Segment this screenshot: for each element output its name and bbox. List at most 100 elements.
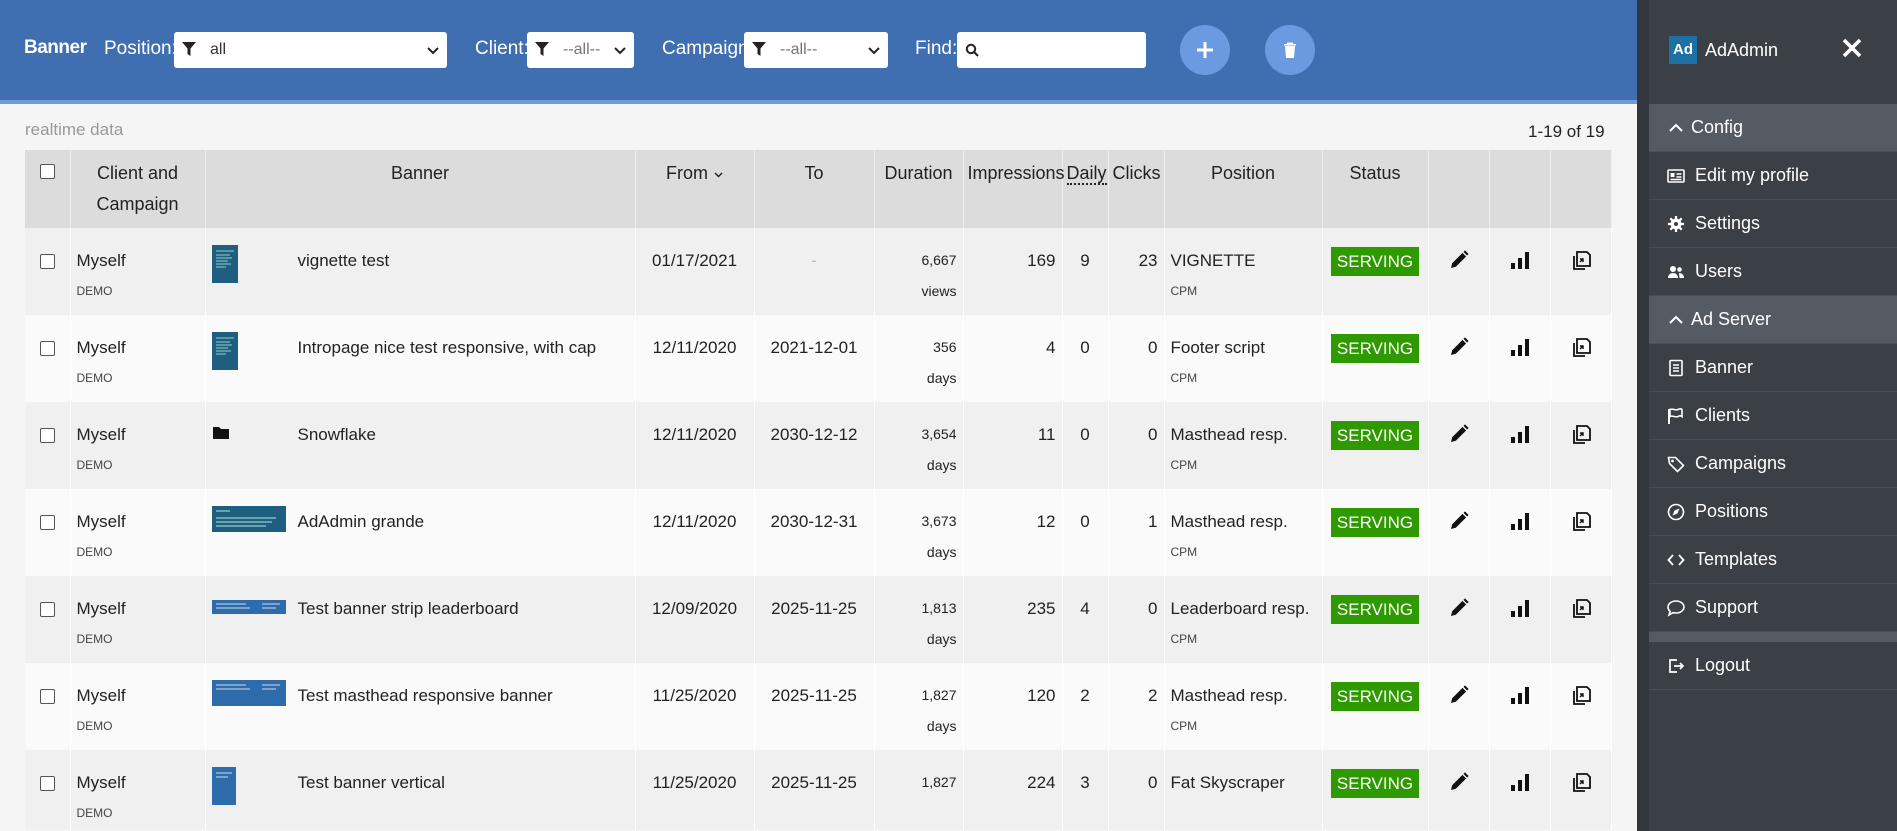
copy-button[interactable] bbox=[1550, 663, 1612, 750]
copy-button[interactable] bbox=[1550, 228, 1612, 315]
table-row[interactable]: Myself DEMO Intropage nice test responsive… bbox=[25, 315, 1612, 402]
stats-button[interactable] bbox=[1489, 750, 1551, 830]
row-checkbox[interactable] bbox=[39, 776, 55, 791]
edit-button[interactable] bbox=[1428, 663, 1490, 750]
copy-button[interactable] bbox=[1550, 315, 1612, 402]
table-row[interactable]: Myself DEMO Snowflake 12/11/2020 2030-12-12 3… bbox=[25, 402, 1612, 489]
banner-name[interactable]: Test masthead responsive banner bbox=[298, 680, 553, 711]
row-checkbox[interactable] bbox=[39, 254, 55, 269]
row-checkbox[interactable] bbox=[39, 341, 55, 356]
banner-thumbnail[interactable] bbox=[211, 332, 286, 380]
banner-cell: Intropage nice test responsive, with cap bbox=[205, 315, 636, 402]
client-select[interactable]: --all-- bbox=[527, 32, 634, 68]
banner-name[interactable]: Test banner strip leaderboard bbox=[298, 593, 519, 624]
daily-cell: 0 bbox=[1062, 315, 1109, 402]
campaign-select[interactable]: --all-- bbox=[744, 32, 888, 68]
client-filter-label: Client: bbox=[475, 38, 529, 59]
copy-button[interactable] bbox=[1550, 576, 1612, 663]
sidebar-item-edit-profile[interactable]: Edit my profile bbox=[1649, 152, 1897, 200]
banner-name[interactable]: Test banner vertical bbox=[298, 767, 445, 798]
client-cell: Myself DEMO bbox=[70, 228, 206, 315]
row-checkbox[interactable] bbox=[39, 428, 55, 443]
banner-name[interactable]: vignette test bbox=[298, 245, 390, 276]
status-cell: SERVING bbox=[1322, 489, 1429, 576]
table-row[interactable]: Myself DEMO AdAdmin grande 12/11/2020 2030-1… bbox=[25, 489, 1612, 576]
find-input[interactable] bbox=[957, 32, 1146, 68]
edit-button[interactable] bbox=[1428, 315, 1490, 402]
stats-button[interactable] bbox=[1489, 489, 1551, 576]
col-from[interactable]: From bbox=[635, 150, 755, 228]
banner-thumbnail[interactable] bbox=[212, 419, 286, 450]
copy-button[interactable] bbox=[1550, 402, 1612, 489]
status-badge: SERVING bbox=[1330, 421, 1420, 450]
stats-button[interactable] bbox=[1489, 663, 1551, 750]
banner-thumbnail[interactable] bbox=[211, 767, 286, 815]
position-cell: Masthead resp. CPM bbox=[1164, 402, 1323, 489]
position-cell: Masthead resp. CPM bbox=[1164, 663, 1323, 750]
stats-button[interactable] bbox=[1489, 402, 1551, 489]
banner-name[interactable]: AdAdmin grande bbox=[298, 506, 425, 537]
pencil-icon bbox=[1450, 772, 1469, 790]
edit-button[interactable] bbox=[1428, 750, 1490, 830]
sidebar-divider bbox=[1649, 632, 1897, 642]
chat-bubble-icon bbox=[1667, 600, 1685, 617]
sidebar-item-banner[interactable]: Banner bbox=[1649, 344, 1897, 392]
sidebar-section-config[interactable]: Config bbox=[1649, 104, 1897, 152]
stats-button[interactable] bbox=[1489, 228, 1551, 315]
row-checkbox[interactable] bbox=[39, 515, 55, 530]
campaign-select-value: --all-- bbox=[780, 41, 818, 58]
to-cell: 2025-11-25 bbox=[754, 750, 875, 830]
sidebar-item-support[interactable]: Support bbox=[1649, 584, 1897, 632]
row-checkbox[interactable] bbox=[39, 602, 55, 617]
edit-button[interactable] bbox=[1428, 402, 1490, 489]
sidebar-item-positions[interactable]: Positions bbox=[1649, 488, 1897, 536]
duration-cell: 6,667 views bbox=[874, 228, 964, 315]
row-checkbox[interactable] bbox=[39, 689, 55, 704]
client-name: Myself bbox=[76, 338, 126, 357]
banner-cell: Test masthead responsive banner bbox=[205, 663, 636, 750]
from-cell: 12/11/2020 bbox=[635, 489, 755, 576]
col-client: Client and Campaign bbox=[70, 150, 206, 228]
sidebar-item-users[interactable]: Users bbox=[1649, 248, 1897, 296]
banner-name[interactable]: Intropage nice test responsive, with cap bbox=[298, 332, 597, 363]
banner-cell: Snowflake bbox=[205, 402, 636, 489]
copy-button[interactable] bbox=[1550, 750, 1612, 830]
sidebar-section-adserver[interactable]: Ad Server bbox=[1649, 296, 1897, 344]
table-row[interactable]: Myself DEMO Test masthead responsive banne… bbox=[25, 663, 1612, 750]
banner-thumbnail[interactable] bbox=[211, 593, 286, 624]
add-banner-button[interactable] bbox=[1180, 25, 1230, 75]
sidebar-item-label: Logout bbox=[1695, 655, 1751, 675]
sidebar-item-clients[interactable]: Clients bbox=[1649, 392, 1897, 440]
banner-thumbnail[interactable] bbox=[211, 506, 286, 542]
edit-button[interactable] bbox=[1428, 489, 1490, 576]
table-row[interactable]: Myself DEMO Test banner vertical 11/25/2020… bbox=[25, 750, 1612, 830]
position-filter-label: Position: bbox=[104, 38, 177, 59]
edit-button[interactable] bbox=[1428, 228, 1490, 315]
sidebar-item-label: Clients bbox=[1695, 405, 1751, 425]
banner-thumbnail[interactable] bbox=[211, 245, 286, 293]
chevron-up-icon bbox=[1669, 315, 1683, 324]
banner-thumbnail[interactable] bbox=[211, 680, 286, 716]
status-badge: SERVING bbox=[1330, 247, 1420, 276]
client-cell: Myself DEMO bbox=[70, 315, 206, 402]
clicks-cell: 23 bbox=[1108, 228, 1165, 315]
sidebar-item-settings[interactable]: Settings bbox=[1649, 200, 1897, 248]
sidebar-item-logout[interactable]: Logout bbox=[1649, 642, 1897, 690]
stats-button[interactable] bbox=[1489, 315, 1551, 402]
close-icon[interactable] bbox=[1840, 36, 1864, 60]
duration-cell: 1,827 bbox=[874, 750, 964, 830]
sidebar-item-label: Support bbox=[1695, 597, 1759, 617]
status-badge: SERVING bbox=[1330, 769, 1420, 798]
bar-chart-icon bbox=[1510, 687, 1529, 704]
select-all-checkbox[interactable] bbox=[39, 164, 55, 179]
banner-name[interactable]: Snowflake bbox=[298, 419, 376, 450]
sidebar-item-templates[interactable]: Templates bbox=[1649, 536, 1897, 584]
position-select[interactable]: all bbox=[174, 32, 447, 68]
stats-button[interactable] bbox=[1489, 576, 1551, 663]
trash-button[interactable] bbox=[1265, 25, 1315, 75]
edit-button[interactable] bbox=[1428, 576, 1490, 663]
table-row[interactable]: Myself DEMO Test banner strip leaderboard 1… bbox=[25, 576, 1612, 663]
table-row[interactable]: Myself DEMO vignette test 01/17/2021-6,667 … bbox=[25, 228, 1612, 315]
sidebar-item-campaigns[interactable]: Campaigns bbox=[1649, 440, 1897, 488]
copy-button[interactable] bbox=[1550, 489, 1612, 576]
